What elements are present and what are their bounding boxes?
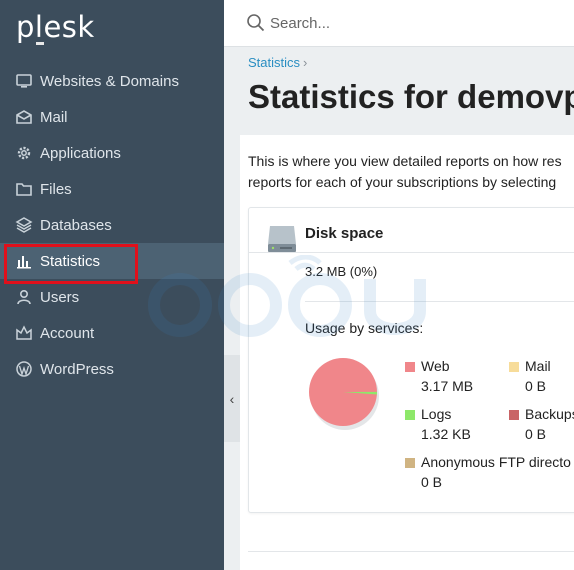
sidebar-item-files[interactable]: Files [0, 171, 224, 207]
page-title: Statistics for demovp [248, 78, 574, 115]
bar-chart-icon [15, 252, 33, 270]
sidebar-nav: Websites & Domains Mail Applications Fil… [0, 63, 224, 387]
divider [249, 252, 574, 253]
account-icon [15, 324, 33, 342]
sidebar-item-wordpress[interactable]: WordPress [0, 351, 224, 387]
sidebar-item-websites-domains[interactable]: Websites & Domains [0, 63, 224, 99]
user-icon [15, 288, 33, 306]
disk-space-card: Disk space 3.2 MB (0%) Usage by services… [248, 207, 574, 513]
sidebar-item-users[interactable]: Users [0, 279, 224, 315]
sidebar-item-mail[interactable]: Mail [0, 99, 224, 135]
legend-value: 0 B [525, 426, 547, 442]
disk-space-value: 3.2 MB (0%) [305, 264, 378, 279]
description-line: This is where you view detailed reports … [248, 153, 562, 169]
divider [305, 301, 574, 302]
legend-label: Backups [525, 406, 574, 422]
legend-label: Web [421, 358, 450, 374]
plesk-logo[interactable]: plesk [16, 10, 95, 44]
breadcrumb-statistics[interactable]: Statistics [248, 55, 300, 70]
legend-value: 0 B [421, 474, 443, 490]
legend-value: 3.17 MB [421, 378, 474, 394]
legend-swatch [405, 410, 415, 420]
sidebar-item-databases[interactable]: Databases [0, 207, 224, 243]
database-layers-icon [15, 216, 33, 234]
divider [248, 551, 574, 552]
sidebar-item-label: Account [40, 324, 95, 342]
sidebar-item-account[interactable]: Account [0, 315, 224, 351]
legend-value: 1.32 KB [421, 426, 471, 442]
sidebar-item-label: Files [40, 180, 72, 198]
legend-swatch [509, 410, 519, 420]
legend-swatch [405, 458, 415, 468]
sidebar-item-label: Statistics [40, 252, 101, 270]
search-input[interactable] [270, 12, 550, 34]
sidebar-item-label: Mail [40, 108, 68, 126]
sidebar-item-label: Users [40, 288, 80, 306]
logo-underline [36, 42, 44, 45]
sidebar-item-applications[interactable]: Applications [0, 135, 224, 171]
sidebar: plesk Websites & Domains Mail Applicatio… [0, 0, 224, 570]
sidebar-item-statistics[interactable]: Statistics [0, 243, 224, 284]
chevron-left-icon: ‹ [229, 390, 235, 407]
legend-swatch [405, 362, 415, 372]
search-icon [247, 14, 265, 32]
usage-by-services-label: Usage by services: [305, 320, 424, 336]
description-line: reports for each of your subscriptions b… [248, 174, 557, 190]
folder-icon [15, 180, 33, 198]
sidebar-item-label: Databases [40, 216, 112, 234]
usage-pie-chart [309, 358, 379, 430]
sidebar-item-label: Applications [40, 144, 121, 162]
legend-label: Mail [525, 358, 551, 374]
monitor-icon [15, 72, 33, 90]
main-content: This is where you view detailed reports … [240, 135, 574, 570]
gear-icon [15, 144, 33, 162]
legend-value: 0 B [525, 378, 547, 394]
sidebar-item-label: Websites & Domains [40, 72, 179, 90]
legend-label: Anonymous FTP directo [421, 454, 571, 470]
breadcrumb-separator: › [303, 55, 308, 70]
top-bar [224, 0, 574, 47]
legend-label: Logs [421, 406, 452, 422]
sidebar-item-label: WordPress [40, 360, 114, 378]
wordpress-icon [15, 360, 33, 378]
sidebar-collapse-button[interactable]: ‹ [224, 355, 240, 442]
disk-space-title: Disk space [305, 225, 384, 242]
page-description: This is where you view detailed reports … [248, 151, 574, 193]
mail-icon [15, 108, 33, 126]
page-header: Statistics › Statistics for demovp [224, 48, 574, 135]
legend-swatch [509, 362, 519, 372]
